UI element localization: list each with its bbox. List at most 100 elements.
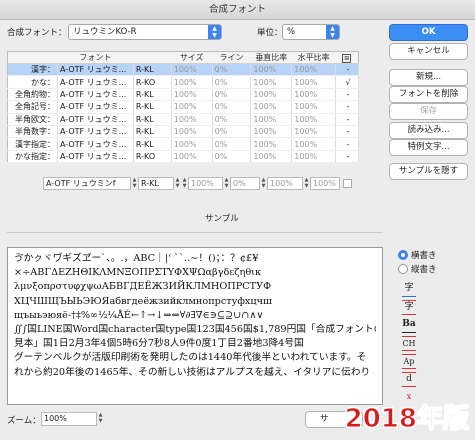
row-name: かな指定： (7, 150, 58, 164)
edit-vertical-field[interactable]: 100% (267, 177, 303, 190)
table-row[interactable]: 全角記号： A-OTF リュウミ... R-KL 100% 0% 100% 100% - (7, 100, 359, 114)
row-style: R-KL (133, 88, 172, 102)
row-style: R-KO (133, 75, 172, 89)
row-mark: √ (335, 75, 359, 89)
font-select[interactable]: リュウミンKO-R ▲ ▼ (68, 24, 222, 40)
edit-checkbox[interactable] (343, 179, 352, 188)
unit-label: 単位： (257, 28, 283, 38)
sample-line: ×÷ΑΒΓΔΕΖΗΘΙΚΛΜΝΞΟΠΡΣΤΥΦΧΨΩαβγδεζηθικ (14, 267, 262, 279)
edit-line-stepper[interactable]: ▲ ▼ (223, 177, 230, 190)
save-button[interactable]: 保存 (389, 103, 468, 120)
version-badge: 2018年版 (344, 404, 469, 435)
row-line: 0% (212, 100, 252, 114)
row-horizontal: 100% (291, 75, 337, 89)
row-name: かな： (7, 75, 58, 89)
zoom-stepper[interactable]: ▲ ▼ (97, 412, 104, 426)
edit-horiz-stepper[interactable]: ▲ ▼ (303, 177, 310, 190)
special-characters-button[interactable]: 特例文字... (389, 139, 468, 156)
zoom-label: ズーム： (7, 416, 41, 426)
cap-height-icon[interactable]: CH (402, 336, 416, 351)
row-style: R-KL (133, 63, 172, 77)
vertical-radio[interactable] (398, 264, 408, 274)
row-vertical: 100% (250, 137, 293, 151)
load-button[interactable]: 読み込み... (389, 122, 468, 139)
table-row[interactable]: 半角数字： A-OTF リュウミ... R-KL 100% 0% 100% 100% - (7, 125, 359, 139)
row-font: A-OTF リュウミ... (57, 113, 134, 126)
edit-vert-stepper[interactable]: ▲ ▼ (260, 177, 267, 190)
row-size: 100% (171, 63, 213, 77)
edit-style-stepper[interactable]: ▲ ▼ (174, 177, 181, 190)
row-style: R-KO (133, 150, 172, 164)
row-size: 100% (171, 75, 213, 89)
edit-style-field[interactable]: R-KL (138, 177, 174, 190)
chevron-updown-icon: ▲ ▼ (326, 25, 339, 39)
new-button[interactable]: 新規... (389, 69, 468, 86)
baseline-icon[interactable]: Ba (402, 318, 416, 333)
table-row[interactable]: かな指定： A-OTF リュウミ... R-KO 100% 0% 100% 100% - (7, 150, 359, 164)
edit-line-field[interactable]: 0% (230, 177, 260, 190)
col-header-font: フォント (57, 51, 134, 64)
row-style: R-KL (133, 125, 172, 139)
table-row[interactable]: 漢字指定： A-OTF リュウミ... R-KL 100% 0% 100% 100% - (7, 137, 359, 151)
font-label: 合成フォント： (7, 28, 67, 38)
row-mark: - (335, 63, 359, 77)
descender-icon[interactable]: d (402, 372, 416, 387)
row-horizontal: 100% (291, 63, 337, 77)
zoom-field[interactable]: 100% (41, 412, 97, 426)
ok-button[interactable]: OK (389, 24, 468, 41)
table-row[interactable]: 半角欧文： A-OTF リュウミ... R-KL 100% 0% 100% 100% - (7, 113, 359, 126)
ichar-face-icon[interactable]: 字 (402, 300, 416, 315)
row-line: 0% (212, 137, 252, 151)
edit-size-stepper[interactable]: ▲ ▼ (181, 177, 188, 190)
horizontal-radio[interactable] (398, 250, 408, 260)
row-line: 0% (212, 113, 252, 126)
table-header: フォント サイズ ライン 垂直比率 水平比率 ⊞ (7, 51, 359, 64)
row-horizontal: 100% (291, 113, 337, 126)
row-font: A-OTF リュウミ... (57, 150, 134, 164)
hide-sample-button[interactable]: サンプルを隠す (389, 163, 468, 180)
unit-select[interactable]: % ▲ ▼ (282, 24, 340, 40)
ascender-icon[interactable]: Ap (402, 354, 416, 369)
row-line: 0% (212, 63, 252, 77)
edit-font-stepper[interactable]: ▲ ▼ (131, 177, 138, 190)
row-horizontal: 100% (291, 125, 337, 139)
sample-divider (7, 232, 383, 233)
sample-line: щъыьэюяё‐†‡%∞½¼ÅÉ←↑→↓⇒⇔∀∂∃∇∈∋⊆⊇∪∩∧∨ (14, 309, 264, 321)
col-header-vertical: 垂直比率 (250, 51, 292, 64)
sample-line: グーテンベルクが活版印刷術を発明したのは1440年代後半といわれています。そ (14, 352, 367, 364)
table-row[interactable]: 漢字： A-OTF リュウミ... R-KL 100% 0% 100% 100% - (7, 63, 359, 77)
sample-line: ゔかㇰヾヷギズヹー`、。.，ABC｜|‘ ``‥∼！()；：？¢£¥ (14, 253, 259, 264)
sample-line: 見本」国1日2月3年4個5時6分7秒8人9件0度1丁目2番地3降4号国 (14, 338, 304, 350)
row-vertical: 100% (250, 113, 293, 126)
row-size: 100% (171, 100, 213, 114)
delete-font-button[interactable]: フォントを削除 (389, 86, 468, 103)
row-style: R-KL (133, 137, 172, 151)
cancel-button[interactable]: キャンセル (389, 43, 468, 60)
row-vertical: 100% (250, 125, 293, 139)
row-line: 0% (212, 88, 252, 102)
edit-horizontal-field[interactable]: 100% (310, 177, 340, 190)
row-name: 全角記号： (7, 100, 58, 114)
col-header-horizontal: 水平比率 (291, 51, 336, 64)
row-vertical: 100% (250, 150, 293, 164)
col-header-settings[interactable]: ⊞ (335, 51, 359, 64)
horizontal-label: 横書き (411, 251, 437, 261)
row-font: A-OTF リュウミ... (57, 137, 134, 151)
font-select-value: リュウミンKO-R (73, 27, 137, 37)
row-size: 100% (171, 150, 213, 164)
table-row[interactable]: 全角約物： A-OTF リュウミ... R-KL 100% 0% 100% 100% - (7, 88, 359, 102)
row-mark: - (335, 125, 359, 139)
em-box-icon[interactable]: 字 (402, 282, 416, 297)
table-row[interactable]: かな： A-OTF リュウミ... R-KO 100% 0% 100% 100% √ (7, 75, 359, 89)
grid-settings-icon: ⊞ (342, 53, 352, 63)
edit-font-field[interactable]: A-OTF リュウミンf (43, 177, 131, 190)
col-header-line: ライン (212, 51, 251, 64)
col-header-style (133, 51, 172, 64)
row-mark: - (335, 100, 359, 114)
edit-size-field[interactable]: 100% (188, 177, 223, 190)
row-style: R-KL (133, 113, 172, 126)
sample-line: れから約20年後の1465年、その新しい技術はアルプスを越え、イタリアに伝わり (14, 366, 371, 378)
vertical-label: 縦書き (411, 265, 437, 275)
row-name: 漢字指定： (7, 137, 58, 151)
row-vertical: 100% (250, 100, 293, 114)
